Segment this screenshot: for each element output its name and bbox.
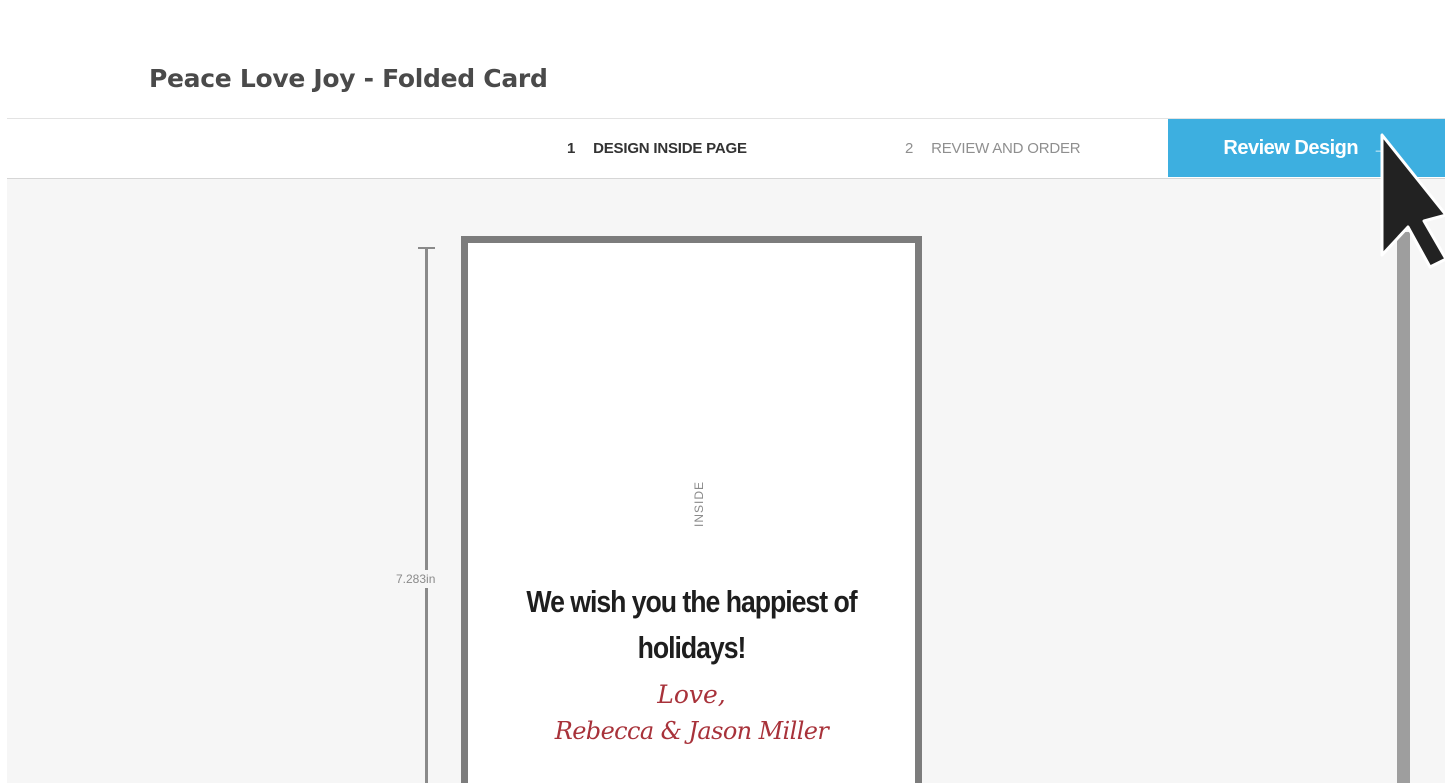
inside-guide-label: INSIDE: [692, 480, 706, 527]
card-content-area: INSIDE We wish you the happiest of holid…: [474, 249, 909, 783]
mouse-pointer-icon: [1380, 133, 1445, 269]
step-label: REVIEW AND ORDER: [931, 140, 1081, 157]
step-navigation: 1 DESIGN INSIDE PAGE 2 REVIEW AND ORDER …: [7, 118, 1445, 180]
right-scroll-rail[interactable]: [1397, 232, 1410, 783]
card-inside-page[interactable]: INSIDE We wish you the happiest of holid…: [461, 236, 922, 783]
design-page: Peace Love Joy - Folded Card 1 DESIGN IN…: [0, 0, 1445, 783]
page-title: Peace Love Joy - Folded Card: [149, 64, 548, 93]
greeting-line-2: holidays!: [637, 630, 747, 665]
greeting-line-1: We wish you the happiest of: [526, 584, 857, 619]
dimension-label: 7.283in: [396, 570, 436, 588]
greeting-text[interactable]: We wish you the happiest of holidays!: [504, 579, 878, 671]
step-label: DESIGN INSIDE PAGE: [593, 140, 747, 157]
closing-text[interactable]: Love,: [474, 677, 909, 713]
step-design-inside-page[interactable]: 1 DESIGN INSIDE PAGE: [567, 140, 747, 157]
step-number: 1: [567, 140, 576, 157]
step-review-and-order[interactable]: 2 REVIEW AND ORDER: [905, 140, 1081, 157]
review-design-label: Review Design: [1223, 136, 1359, 159]
dimension-ruler: [425, 248, 428, 783]
step-number: 2: [905, 140, 914, 157]
signature-text[interactable]: Rebecca & Jason Miller: [474, 713, 909, 749]
